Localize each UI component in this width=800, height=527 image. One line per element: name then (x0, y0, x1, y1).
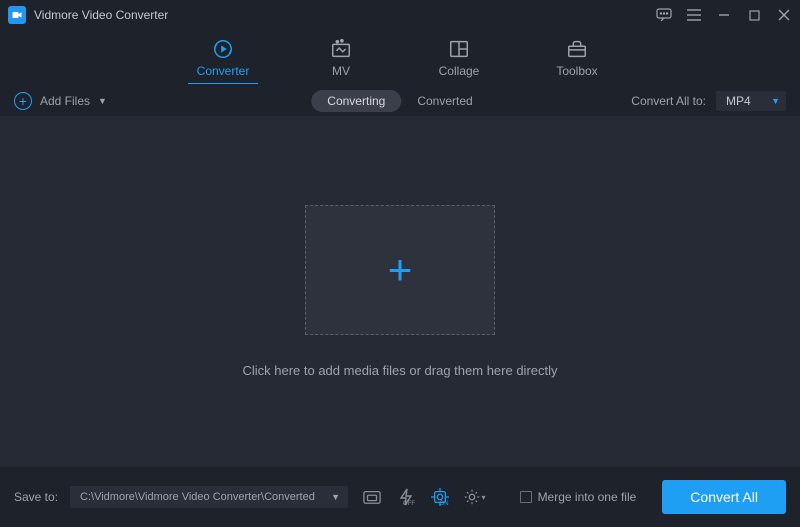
maximize-icon[interactable] (746, 7, 762, 23)
tab-label: MV (332, 64, 350, 78)
checkbox-icon (520, 491, 532, 503)
window-controls (656, 7, 792, 23)
tab-mv[interactable]: MV (306, 38, 376, 84)
dropzone[interactable]: + (305, 205, 495, 335)
titlebar: Vidmore Video Converter (0, 0, 800, 30)
tab-label: Collage (439, 64, 480, 78)
converter-icon (212, 38, 234, 60)
collage-icon (448, 38, 470, 60)
chevron-down-icon: ▼ (98, 96, 107, 106)
tab-converter[interactable]: Converter (188, 38, 258, 84)
convert-all-button[interactable]: Convert All (662, 480, 786, 514)
app-logo (8, 6, 26, 24)
footer-tool-icons: OFF ON ▾ (360, 485, 486, 509)
close-icon[interactable] (776, 7, 792, 23)
tab-toolbox[interactable]: Toolbox (542, 38, 612, 84)
merge-label: Merge into one file (538, 490, 637, 504)
toolbox-icon (566, 38, 588, 60)
subbar: + Add Files ▼ Converting Converted Conve… (0, 84, 800, 116)
footer: Save to: C:\Vidmore\Vidmore Video Conver… (0, 467, 800, 527)
dropzone-hint: Click here to add media files or drag th… (242, 363, 557, 378)
open-folder-icon[interactable] (360, 485, 384, 509)
plus-icon: + (388, 249, 413, 291)
tab-collage[interactable]: Collage (424, 38, 494, 84)
add-files-label: Add Files (40, 94, 90, 108)
settings-icon[interactable]: ▾ (462, 485, 486, 509)
app-title: Vidmore Video Converter (34, 8, 168, 22)
minimize-icon[interactable] (716, 7, 732, 23)
save-to-label: Save to: (14, 490, 58, 504)
subtab-converted[interactable]: Converted (401, 90, 488, 112)
save-path-select[interactable]: C:\Vidmore\Vidmore Video Converter\Conve… (70, 486, 348, 508)
main-tabs: Converter MV Collage Toolbox (0, 30, 800, 84)
plus-circle-icon: + (14, 92, 32, 110)
gpu-on-icon[interactable]: ON (428, 485, 452, 509)
menu-icon[interactable] (686, 7, 702, 23)
tab-label: Toolbox (556, 64, 597, 78)
lightning-off-icon[interactable]: OFF (394, 485, 418, 509)
convert-all-to: Convert All to: MP4 ▼ (631, 91, 786, 111)
format-value: MP4 (726, 94, 751, 108)
workspace: + Click here to add media files or drag … (0, 116, 800, 467)
tab-label: Converter (197, 64, 250, 78)
chevron-down-icon: ▼ (771, 96, 780, 106)
chevron-down-icon: ▼ (331, 492, 340, 502)
subtab-converting[interactable]: Converting (311, 90, 401, 112)
add-files-button[interactable]: + Add Files ▼ (14, 92, 107, 110)
status-subtabs: Converting Converted (311, 90, 488, 112)
convert-all-to-label: Convert All to: (631, 94, 706, 108)
mv-icon (330, 38, 352, 60)
output-format-select[interactable]: MP4 ▼ (716, 91, 786, 111)
save-path-value: C:\Vidmore\Vidmore Video Converter\Conve… (80, 491, 315, 503)
merge-checkbox[interactable]: Merge into one file (520, 490, 637, 504)
feedback-icon[interactable] (656, 7, 672, 23)
